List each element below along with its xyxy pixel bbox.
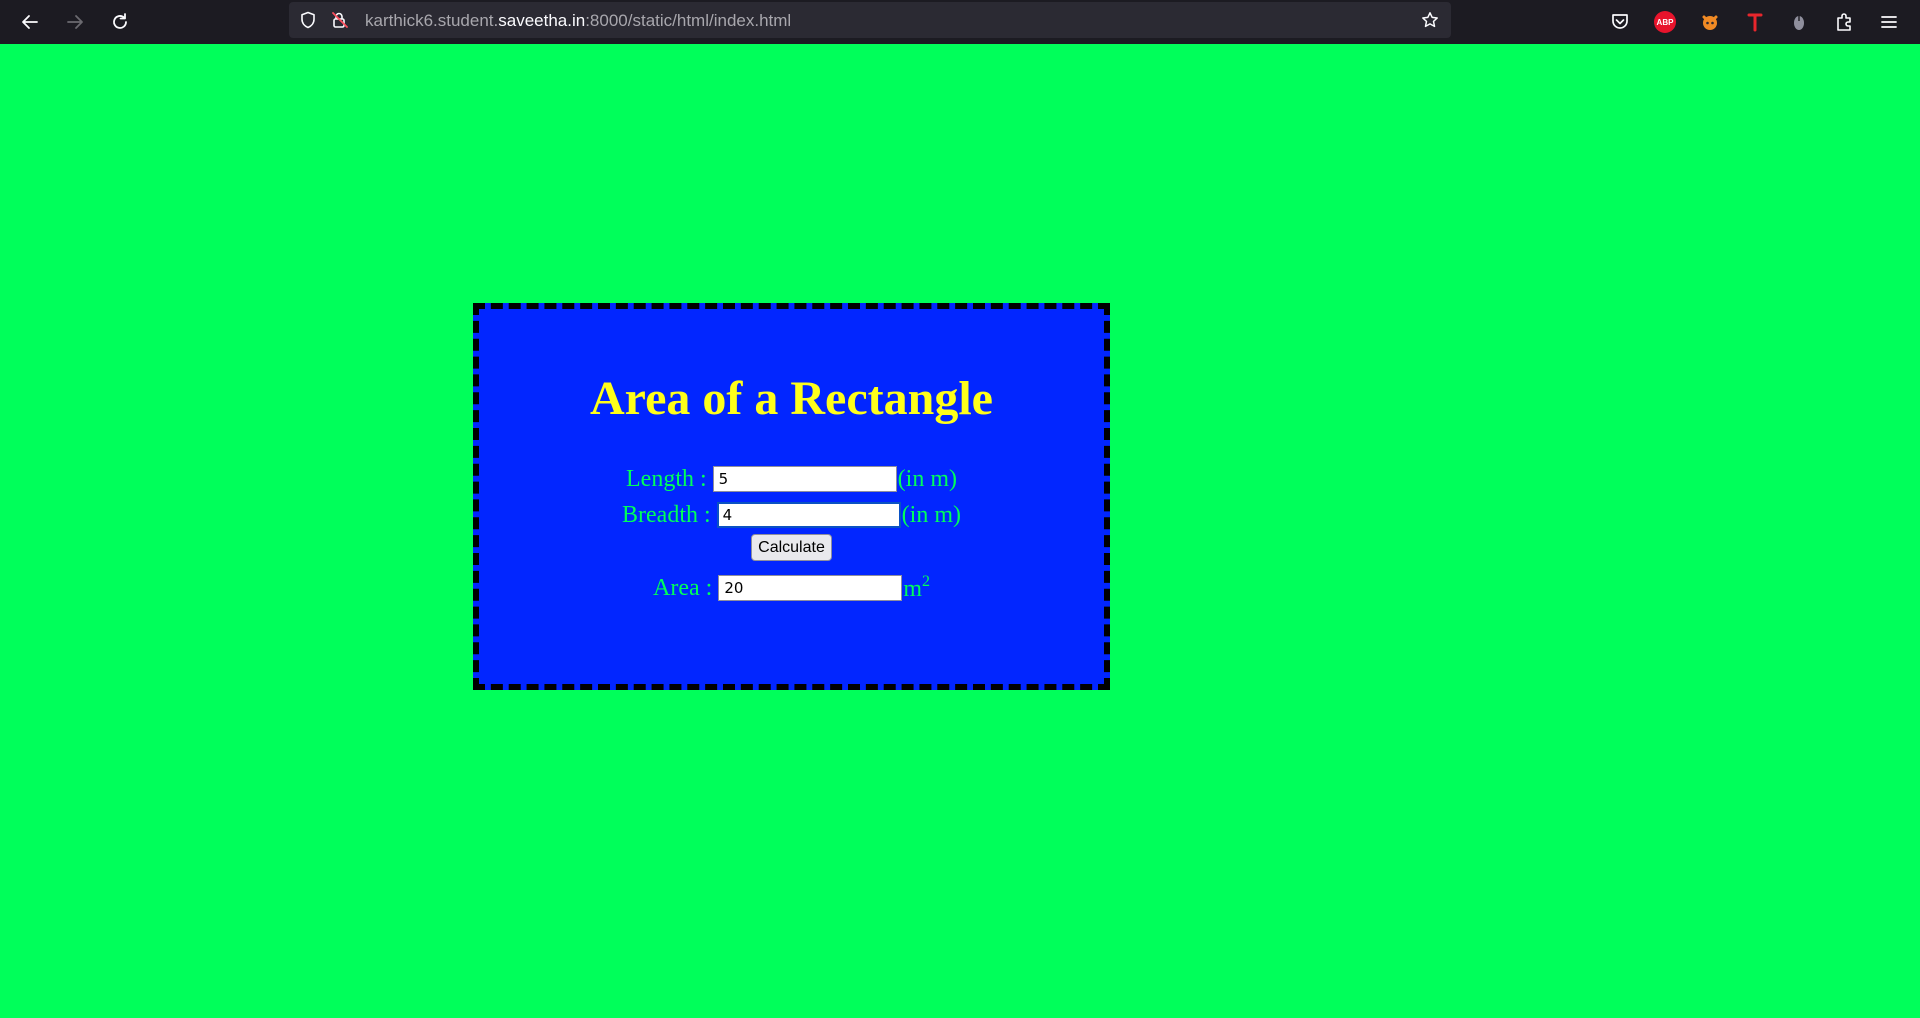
url-suffix: :8000/static/html/index.html: [585, 11, 792, 30]
breadth-input[interactable]: [716, 502, 901, 528]
app-menu-icon[interactable]: [1874, 7, 1904, 37]
length-label: Length :: [626, 465, 707, 492]
calculator-card: Area of a Rectangle Length : (in m) Brea…: [473, 303, 1110, 690]
adblock-plus-icon[interactable]: ABP: [1650, 7, 1680, 37]
extension-t-icon[interactable]: [1740, 7, 1770, 37]
browser-toolbar: karthick6.student.saveetha.in:8000/stati…: [0, 0, 1920, 44]
forward-button[interactable]: [59, 6, 91, 38]
length-unit: (in m): [897, 465, 957, 492]
length-input[interactable]: [712, 466, 897, 492]
area-output[interactable]: [718, 575, 903, 601]
back-button[interactable]: [14, 6, 46, 38]
area-unit: m2: [903, 573, 930, 603]
breadth-label: Breadth :: [622, 501, 711, 528]
breadth-unit: (in m): [901, 501, 961, 528]
reload-button[interactable]: [104, 6, 136, 38]
url-prefix: karthick6.student.: [365, 11, 499, 30]
abp-badge: ABP: [1654, 11, 1676, 33]
url-text[interactable]: karthick6.student.saveetha.in:8000/stati…: [365, 11, 791, 30]
breadth-row: Breadth : (in m): [479, 500, 1104, 530]
arrow-right-icon: [67, 15, 83, 29]
length-row: Length : (in m): [479, 464, 1104, 494]
calculate-button[interactable]: Calculate: [751, 534, 832, 561]
arrow-left-icon: [22, 15, 38, 29]
page-title: Area of a Rectangle: [590, 372, 993, 425]
bookmark-star-icon[interactable]: [1419, 9, 1441, 31]
tracking-protection-shield-icon[interactable]: [297, 9, 319, 31]
reload-icon: [113, 13, 127, 29]
area-row: Area : m2: [479, 573, 1104, 603]
url-bar[interactable]: karthick6.student.saveetha.in:8000/stati…: [289, 2, 1451, 38]
area-unit-base: m: [903, 576, 922, 602]
calculate-row: Calculate: [479, 534, 1104, 561]
extension-fox-icon[interactable]: [1695, 7, 1725, 37]
area-label: Area :: [653, 574, 713, 601]
extensions-puzzle-icon[interactable]: [1830, 7, 1860, 37]
extension-mouse-icon[interactable]: [1784, 7, 1814, 37]
pocket-icon[interactable]: [1605, 7, 1635, 37]
insecure-lock-icon[interactable]: [329, 9, 351, 31]
url-domain: saveetha.in: [498, 11, 586, 30]
area-unit-exponent: 2: [921, 573, 930, 590]
